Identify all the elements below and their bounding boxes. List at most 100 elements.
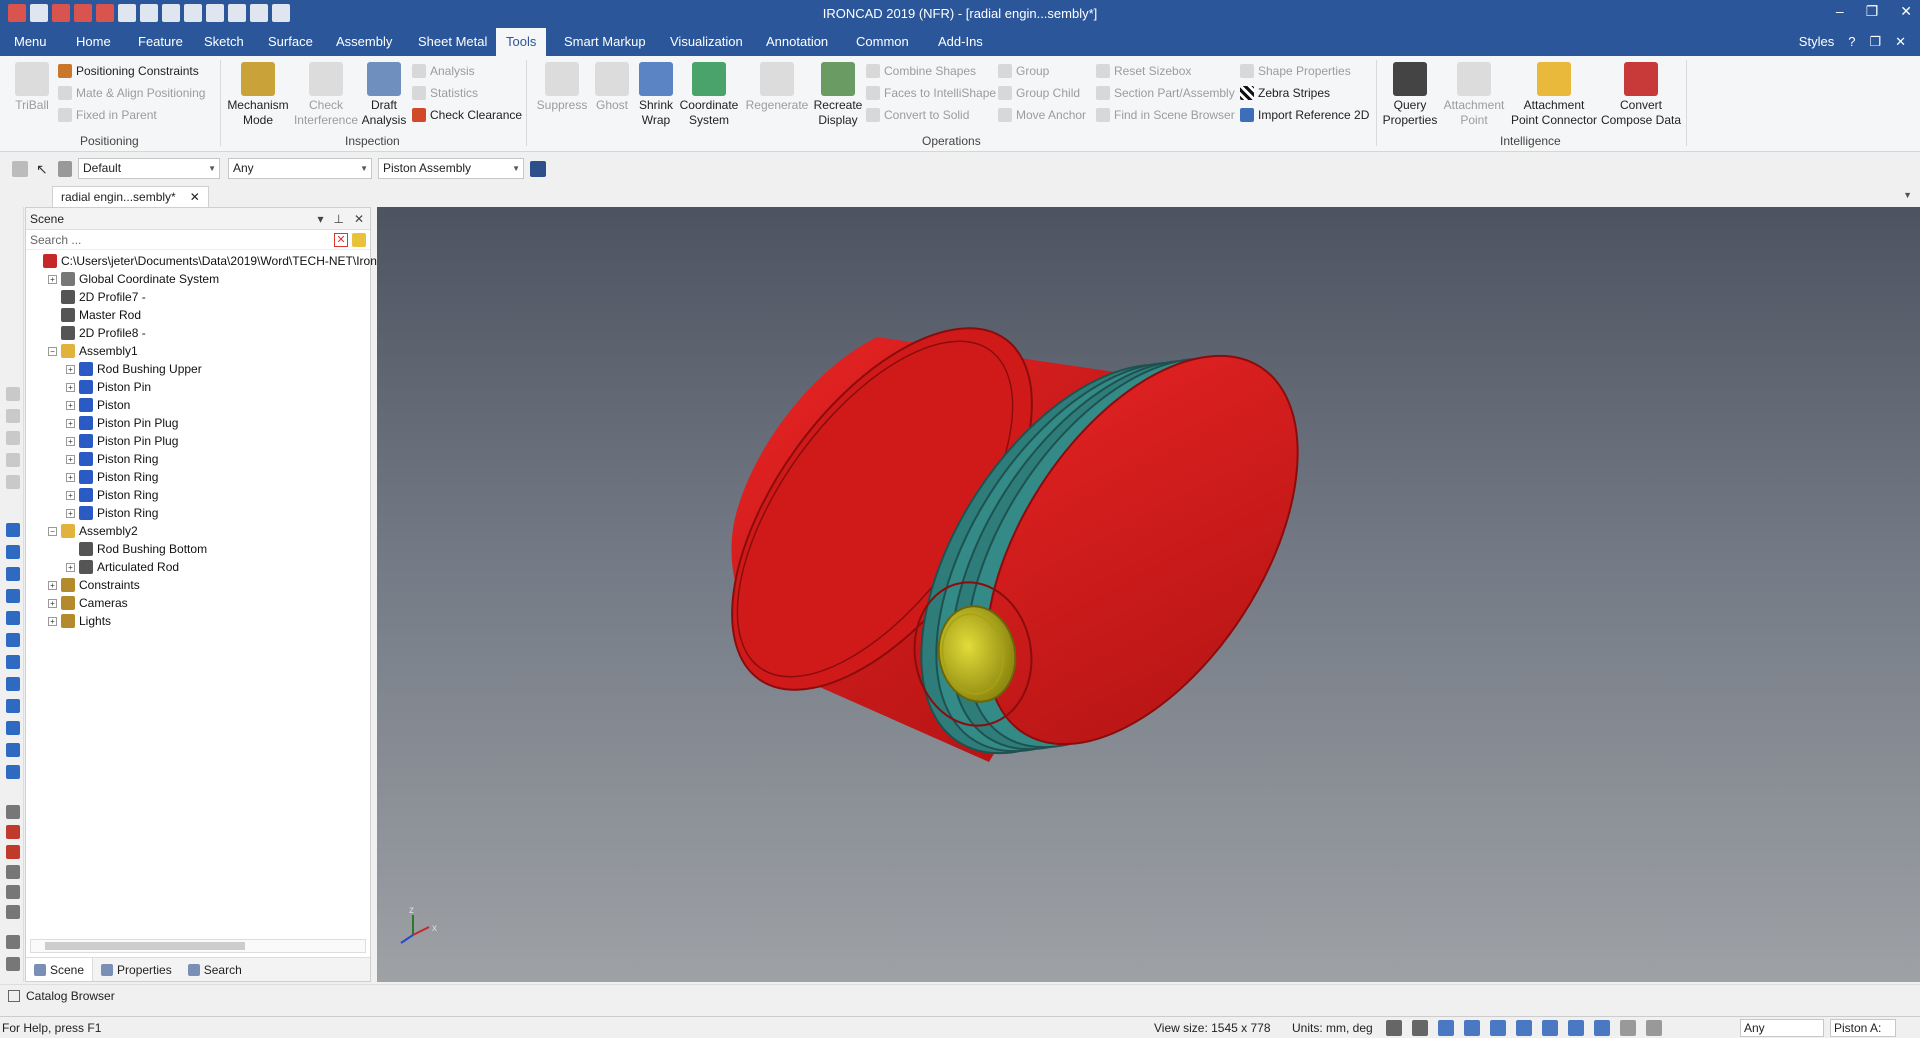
document-tab[interactable]: radial engin...sembly* ✕ <box>52 186 209 207</box>
faces-to-intellishape-button[interactable]: Faces to IntelliShape <box>866 84 996 102</box>
tab-sketch[interactable]: Sketch <box>194 28 254 56</box>
tree-node[interactable]: − Assembly2 <box>48 522 138 540</box>
box-shape-icon[interactable] <box>6 721 20 735</box>
tab-menu[interactable]: Menu <box>4 28 57 56</box>
tree-node[interactable]: + Piston Ring <box>66 468 158 486</box>
box-shape-icon[interactable] <box>6 611 20 625</box>
styles-menu[interactable]: Styles <box>1799 34 1834 50</box>
close-button[interactable]: ✕ <box>1900 3 1912 20</box>
panel-menu-chevron-icon[interactable]: ▾ <box>317 208 323 230</box>
tree-node[interactable]: 2D Profile7 - <box>48 288 146 306</box>
tree-node[interactable]: + Articulated Rod <box>66 558 179 576</box>
status-assembly-combo[interactable]: Piston A: <box>1830 1019 1896 1037</box>
recreate-display-button[interactable]: Recreate Display <box>812 62 864 128</box>
display-icon[interactable] <box>1542 1020 1558 1036</box>
filter-combo[interactable]: Any ▼ <box>228 158 372 179</box>
tree-node[interactable]: + Piston <box>66 396 130 414</box>
expand-icon[interactable]: + <box>48 274 57 284</box>
tab-home[interactable]: Home <box>66 28 121 56</box>
sketch-tool-icon[interactable] <box>6 935 20 949</box>
tree-node[interactable]: + Rod Bushing Upper <box>66 360 202 378</box>
assembly-combo[interactable]: Piston Assembly ▼ <box>378 158 524 179</box>
check-clearance-button[interactable]: Check Clearance <box>412 106 522 124</box>
expand-icon[interactable]: + <box>66 418 75 428</box>
box-shape-icon[interactable] <box>6 545 20 559</box>
expand-icon[interactable]: + <box>66 400 75 410</box>
tab-search[interactable]: Search <box>180 958 250 981</box>
combine-shapes-button[interactable]: Combine Shapes <box>866 62 976 80</box>
minimize-button[interactable]: – <box>1836 3 1844 20</box>
query-properties-button[interactable]: Query Properties <box>1380 62 1440 128</box>
expand-icon[interactable]: + <box>48 616 57 626</box>
tree-node[interactable]: + Lights <box>48 612 111 630</box>
statistics-button[interactable]: Statistics <box>412 84 478 102</box>
coordinate-system-button[interactable]: Coordinate System <box>678 62 740 128</box>
tree-node[interactable]: + Piston Pin Plug <box>66 432 178 450</box>
reset-sizebox-button[interactable]: Reset Sizebox <box>1096 62 1191 80</box>
convert-to-solid-button[interactable]: Convert to Solid <box>866 106 969 124</box>
tree-node[interactable]: Rod Bushing Bottom <box>66 540 207 558</box>
tab-properties[interactable]: Properties <box>93 958 180 981</box>
convert-compose-button[interactable]: Convert Compose Data <box>1600 62 1682 128</box>
collapse-icon[interactable]: − <box>48 526 57 536</box>
box-shape-icon[interactable] <box>6 765 20 779</box>
tree-node[interactable]: C:\Users\jeter\Documents\Data\2019\Word\… <box>30 252 386 270</box>
section-part-button[interactable]: Section Part/Assembly <box>1096 84 1235 102</box>
tool-icon[interactable] <box>6 409 20 423</box>
pointer-icon[interactable] <box>1646 1020 1662 1036</box>
draft-analysis-button[interactable]: Draft Analysis <box>360 62 408 128</box>
tree-node[interactable]: − Assembly1 <box>48 342 138 360</box>
box-shape-icon[interactable] <box>6 567 20 581</box>
tab-add-ins[interactable]: Add-Ins <box>928 28 993 56</box>
sketch-tool-icon[interactable] <box>6 905 20 919</box>
catalog-browser-bar[interactable]: Catalog Browser <box>0 984 1920 1006</box>
tab-scene[interactable]: Scene <box>26 958 94 981</box>
tab-surface[interactable]: Surface <box>258 28 323 56</box>
select-mode-icon[interactable] <box>12 161 28 177</box>
tab-tools[interactable]: Tools <box>496 28 547 56</box>
sketch-tool-icon[interactable] <box>6 885 20 899</box>
box-shape-icon[interactable] <box>6 677 20 691</box>
scrollbar-thumb[interactable] <box>45 942 245 950</box>
tree-node[interactable]: + Piston Ring <box>66 450 158 468</box>
expand-icon[interactable]: + <box>66 436 75 446</box>
maximize-button[interactable]: ❐ <box>1866 3 1879 20</box>
positioning-constraints-button[interactable]: Positioning Constraints <box>58 62 199 80</box>
attachment-point-connector-button[interactable]: Attachment Point Connector <box>1508 62 1600 128</box>
3d-viewport[interactable]: z x <box>377 207 1920 982</box>
expand-icon[interactable]: + <box>66 472 75 482</box>
hierarchy-icon[interactable] <box>530 161 546 177</box>
sketch-tool-icon[interactable] <box>6 845 20 859</box>
filter-icon[interactable] <box>58 161 72 177</box>
ghost-button[interactable]: Ghost <box>592 62 632 113</box>
tree-node[interactable]: + Constraints <box>48 576 140 594</box>
restore-doc-button[interactable]: ❐ <box>1869 34 1881 50</box>
tree-node[interactable]: Master Rod <box>48 306 141 324</box>
tool-icon[interactable] <box>6 387 20 401</box>
tool-icon[interactable] <box>6 453 20 467</box>
render-mode-icon[interactable] <box>1464 1020 1480 1036</box>
tab-visualization[interactable]: Visualization <box>660 28 753 56</box>
tree-node[interactable]: + Global Coordinate System <box>48 270 219 288</box>
camera-icon[interactable] <box>1568 1020 1584 1036</box>
box-shape-icon[interactable] <box>6 743 20 757</box>
sketch-tool-icon[interactable] <box>6 865 20 879</box>
zebra-stripes-button[interactable]: Zebra Stripes <box>1240 84 1330 102</box>
tree-node[interactable]: + Piston Pin <box>66 378 151 396</box>
expand-icon[interactable]: + <box>66 490 75 500</box>
section-view-icon[interactable] <box>1516 1020 1532 1036</box>
box-shape-icon[interactable] <box>6 699 20 713</box>
clear-search-icon[interactable]: ✕ <box>334 233 348 247</box>
tree-node[interactable]: + Piston Ring <box>66 504 158 522</box>
zoom-icon[interactable] <box>1386 1020 1402 1036</box>
tool-icon[interactable] <box>6 475 20 489</box>
sketch-tool-icon[interactable] <box>6 805 20 819</box>
regenerate-button[interactable]: Regenerate <box>744 62 810 113</box>
expand-icon[interactable]: + <box>48 598 57 608</box>
tree-node[interactable]: + Cameras <box>48 594 128 612</box>
tree-node[interactable]: + Piston Ring <box>66 486 158 504</box>
close-doc-button[interactable]: ✕ <box>1895 34 1906 50</box>
shading-icon[interactable] <box>1490 1020 1506 1036</box>
tab-feature[interactable]: Feature <box>128 28 193 56</box>
box-shape-icon[interactable] <box>6 523 20 537</box>
